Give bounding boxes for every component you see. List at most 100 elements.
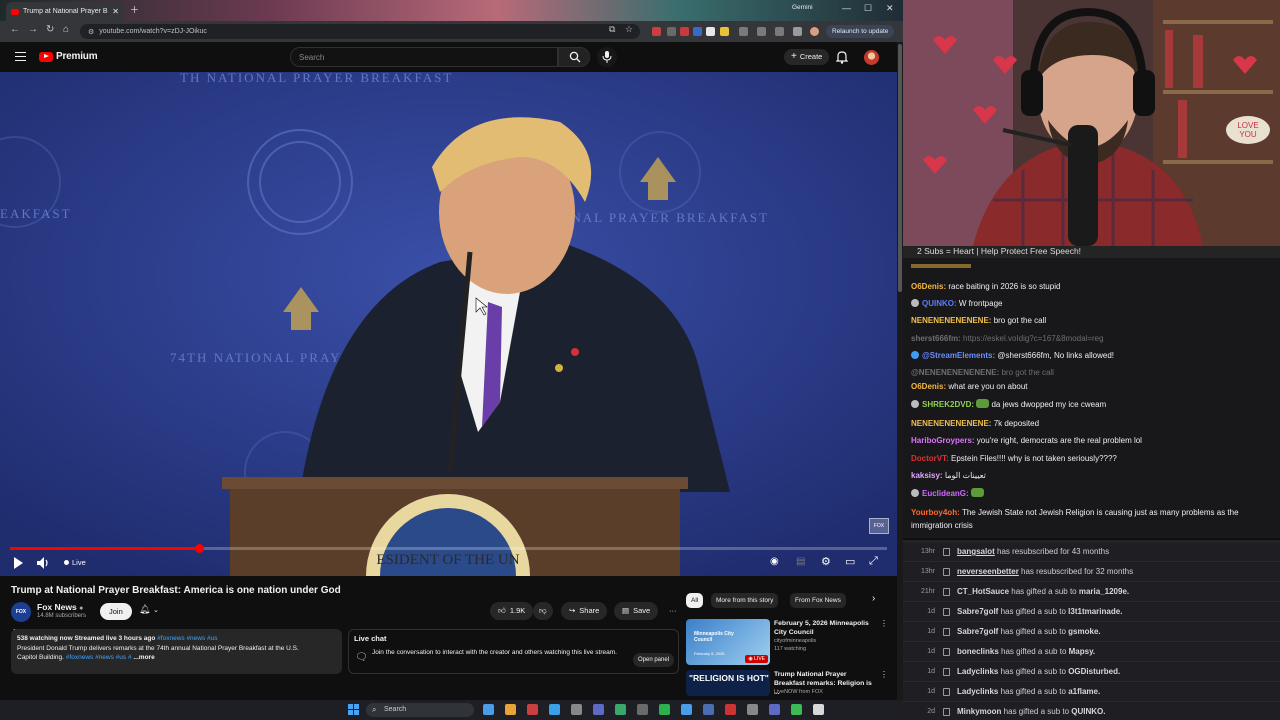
create-button[interactable]: + Create	[784, 49, 830, 65]
event-username[interactable]: boneclinks	[957, 647, 999, 656]
notifications-bell-icon[interactable]	[836, 50, 848, 64]
event-username[interactable]: Minkymoon	[957, 707, 1001, 716]
save-button[interactable]: ▤ Save	[614, 602, 659, 620]
show-more-link[interactable]: ...more	[133, 654, 154, 661]
minimize-icon[interactable]: —	[842, 3, 851, 13]
scrollbar-thumb[interactable]	[898, 44, 902, 292]
event-target-user[interactable]: Mapsy.	[1069, 647, 1096, 656]
extension-icon[interactable]	[667, 27, 676, 36]
recommendation-item[interactable]: Minneapolis City Council February 5, 202…	[686, 619, 888, 665]
taskbar-app-icon[interactable]	[483, 704, 494, 715]
progress-bar[interactable]	[10, 544, 887, 553]
window-close-icon[interactable]: ✕	[886, 3, 894, 14]
chat-username[interactable]: O6Denis:	[911, 282, 948, 291]
chat-username[interactable]: SHREK2DVD:	[922, 400, 976, 409]
profile-avatar[interactable]	[810, 27, 819, 36]
event-target-user[interactable]: gsmoke.	[1068, 627, 1100, 636]
settings-gear-icon[interactable]: ⚙	[821, 555, 831, 568]
chat-username[interactable]: NENENENENENENE:	[911, 419, 994, 428]
event-target-user[interactable]: OGDisturbed.	[1068, 667, 1120, 676]
home-icon[interactable]: ⌂	[63, 24, 69, 35]
download-icon[interactable]	[775, 27, 784, 36]
bookmark-star-icon[interactable]: ☆	[625, 24, 633, 35]
gemini-button[interactable]: Gemini	[792, 4, 813, 11]
reload-icon[interactable]: ↻	[46, 24, 54, 35]
channel-name[interactable]: Fox News ●	[37, 602, 83, 612]
hamburger-menu-icon[interactable]	[15, 52, 26, 61]
chat-username[interactable]: @NENENENENENENE:	[911, 368, 1001, 377]
live-indicator[interactable]: Live	[64, 558, 86, 567]
chat-username[interactable]: O6Denis:	[911, 382, 948, 391]
recommendation-thumbnail[interactable]: Minneapolis City Council February 5, 202…	[686, 619, 770, 665]
taskbar-app-icon[interactable]	[681, 704, 692, 715]
dislike-button[interactable]: 👎︎	[533, 602, 553, 620]
relaunch-button[interactable]: Relaunch to update	[826, 25, 895, 38]
search-input[interactable]: Search	[290, 47, 558, 67]
tab-close-icon[interactable]: ✕	[112, 7, 119, 16]
new-tab-icon[interactable]: ＋	[130, 3, 139, 16]
hashtags[interactable]: #foxnews #news #us #	[66, 654, 132, 661]
event-username[interactable]: Sabre7golf	[957, 627, 998, 636]
chat-username[interactable]: sherst666fm:	[911, 334, 963, 343]
subtitles-icon[interactable]: ▤	[796, 556, 805, 567]
chat-username[interactable]: QUINKO:	[922, 299, 959, 308]
side-panel-icon[interactable]	[757, 27, 766, 36]
taskbar-app-icon[interactable]	[769, 704, 780, 715]
more-vertical-icon[interactable]: ⋮	[880, 670, 888, 679]
share-button[interactable]: ↪ Share	[561, 602, 608, 620]
chat-username[interactable]: kaksisy:	[911, 471, 945, 480]
event-target-user[interactable]: QUINKO.	[1071, 707, 1105, 716]
extension-icon[interactable]	[720, 27, 729, 36]
taskbar-app-icon[interactable]	[659, 704, 670, 715]
taskbar-app-icon[interactable]	[637, 704, 648, 715]
chevron-right-icon[interactable]: ›	[872, 593, 875, 604]
taskbar-app-icon[interactable]	[703, 704, 714, 715]
youtube-premium-logo[interactable]: Premium	[39, 51, 98, 62]
taskbar-app-icon[interactable]	[747, 704, 758, 715]
browser-tab-youtube[interactable]: Trump at National Prayer B ✕	[6, 2, 124, 21]
volume-icon[interactable]	[37, 557, 50, 569]
recommendation-title[interactable]: February 5, 2026 Minneapolis City Counci…	[774, 619, 878, 637]
account-avatar[interactable]	[864, 50, 879, 65]
forward-icon[interactable]: →	[28, 24, 38, 35]
taskbar-search[interactable]: ⌕ Search	[366, 703, 474, 717]
extension-icon[interactable]	[680, 27, 689, 36]
event-username[interactable]: Sabre7golf	[957, 607, 998, 616]
taskbar-app-icon[interactable]	[615, 704, 626, 715]
chat-username[interactable]: @StreamElements:	[922, 351, 997, 360]
taskbar-app-icon[interactable]	[571, 704, 582, 715]
chip-all[interactable]: All	[686, 593, 704, 608]
open-panel-button[interactable]: Open panel	[633, 653, 675, 667]
chat-username[interactable]: Yourboy4oh:	[911, 508, 962, 517]
recommendation-item[interactable]: "RELIGION IS HOT" Trump National Prayer …	[686, 670, 888, 696]
event-username[interactable]: bangsalot	[957, 547, 995, 556]
play-icon[interactable]	[13, 557, 24, 569]
event-username[interactable]: Ladyclinks	[957, 667, 998, 676]
chip-more-from-story[interactable]: More from this story	[711, 593, 779, 608]
description-box[interactable]: 538 watching now Streamed live 3 hours a…	[11, 629, 342, 674]
windows-start-icon[interactable]	[348, 704, 359, 715]
event-username[interactable]: CT_HotSauce	[957, 587, 1009, 596]
site-info-icon[interactable]: ⚙	[88, 28, 94, 36]
taskbar-app-icon[interactable]	[593, 704, 604, 715]
subscribed-bell-button[interactable]: 🔔︎ ⌄	[139, 604, 159, 615]
install-app-icon[interactable]: ⧉	[609, 24, 615, 35]
extensions-puzzle-icon[interactable]	[739, 27, 748, 36]
settings-icon[interactable]	[793, 27, 802, 36]
extension-icon[interactable]	[652, 27, 661, 36]
join-button[interactable]: Join	[100, 603, 132, 620]
extension-icon[interactable]	[706, 27, 715, 36]
extension-icon[interactable]	[693, 27, 702, 36]
chat-username[interactable]: NENENENENENENE:	[911, 316, 994, 325]
taskbar-app-icon[interactable]	[813, 704, 824, 715]
theater-mode-icon[interactable]: ▭	[845, 555, 855, 568]
address-bar[interactable]: ⚙ youtube.com/watch?v=zDJ-JOikuc	[80, 24, 640, 39]
voice-search-button[interactable]	[597, 47, 617, 67]
hashtags[interactable]: #foxnews #news #us	[157, 635, 217, 642]
taskbar-app-icon[interactable]	[725, 704, 736, 715]
maximize-icon[interactable]: ☐	[864, 3, 872, 14]
chat-username[interactable]: HariboGroypers:	[911, 436, 977, 445]
event-target-user[interactable]: l3t1tmarinade.	[1068, 607, 1122, 616]
chip-from-fox-news[interactable]: From Fox News	[790, 593, 846, 608]
recommendation-thumbnail[interactable]: "RELIGION IS HOT"	[686, 670, 770, 696]
